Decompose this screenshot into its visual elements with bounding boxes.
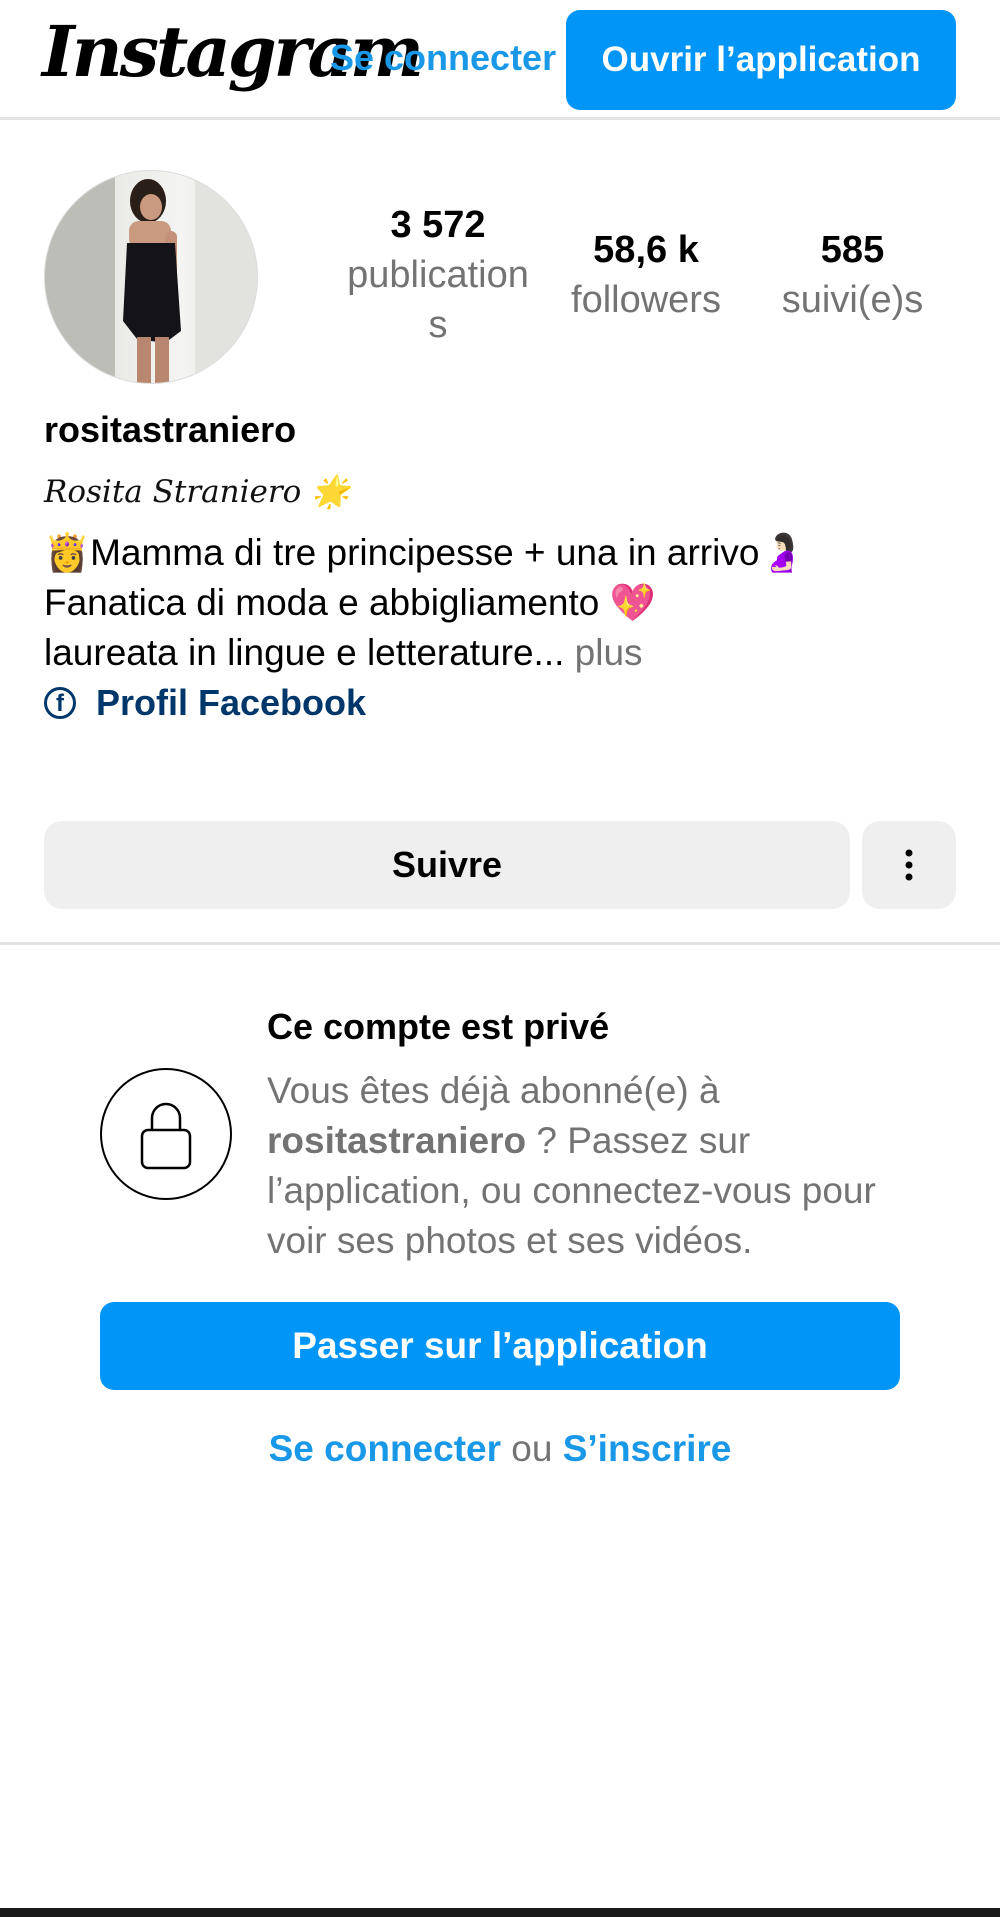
posts-count: 3 572	[390, 204, 486, 246]
follow-button[interactable]: Suivre	[44, 821, 850, 909]
bio-line-2: Fanatica di moda e abbigliamento 💖	[44, 582, 656, 623]
login-link[interactable]: Se connecter	[269, 1428, 501, 1469]
bio-line-3-text: laureata in lingue e letterature...	[44, 632, 565, 673]
switch-to-app-button[interactable]: Passer sur l’application	[100, 1302, 900, 1390]
following-count: 585	[820, 229, 885, 271]
profile-full-name: Rosita Straniero 🌟	[44, 467, 350, 517]
stat-following[interactable]: 585 suivi(e)s	[770, 225, 935, 325]
facebook-profile-link[interactable]: f Profil Facebook	[44, 678, 366, 728]
private-account-text: Vous êtes déjà abonné(e) à rositastranie…	[267, 1066, 917, 1266]
posts-label: publications	[347, 254, 529, 346]
avatar-photo	[45, 171, 257, 383]
bio-line-3: laureata in lingue e letterature... plus	[44, 628, 643, 678]
stat-posts[interactable]: 3 572 publications	[338, 200, 538, 350]
lock-icon	[140, 1102, 192, 1170]
section-divider	[0, 942, 1000, 945]
auth-links-row: Se connecter ou S’inscrire	[0, 1424, 1000, 1474]
private-lock-badge	[100, 1068, 232, 1200]
followers-count: 58,6 k	[593, 229, 699, 271]
system-nav-bar	[0, 1908, 1000, 1917]
signup-link[interactable]: S’inscrire	[563, 1428, 732, 1469]
more-options-button[interactable]	[862, 821, 956, 909]
private-text-username: rositastraniero	[267, 1120, 527, 1161]
followers-label: followers	[571, 279, 721, 321]
private-account-title: Ce compte est privé	[267, 1006, 610, 1047]
header-login-link[interactable]: Se connecter	[330, 30, 556, 86]
top-bar: Instagram Se connecter Ouvrir l’applicat…	[0, 0, 1000, 120]
profile-avatar[interactable]	[44, 170, 258, 384]
star-emoji: 🌟	[311, 474, 350, 510]
open-app-button[interactable]: Ouvrir l’application	[566, 10, 956, 110]
or-separator: ou	[501, 1428, 563, 1469]
more-vertical-icon	[905, 849, 913, 881]
bio-line-1: 👸Mamma di tre principesse + una in arriv…	[44, 532, 806, 573]
following-label: suivi(e)s	[781, 279, 924, 321]
profile-username: rositastraniero	[44, 409, 297, 450]
stat-followers[interactable]: 58,6 k followers	[556, 225, 736, 325]
bio-more-link[interactable]: plus	[564, 632, 643, 673]
facebook-link-label: Profil Facebook	[96, 682, 367, 723]
private-text-before: Vous êtes déjà abonné(e) à	[267, 1070, 720, 1111]
facebook-icon: f	[44, 687, 76, 719]
full-name-text: Rosita Straniero	[44, 474, 302, 510]
